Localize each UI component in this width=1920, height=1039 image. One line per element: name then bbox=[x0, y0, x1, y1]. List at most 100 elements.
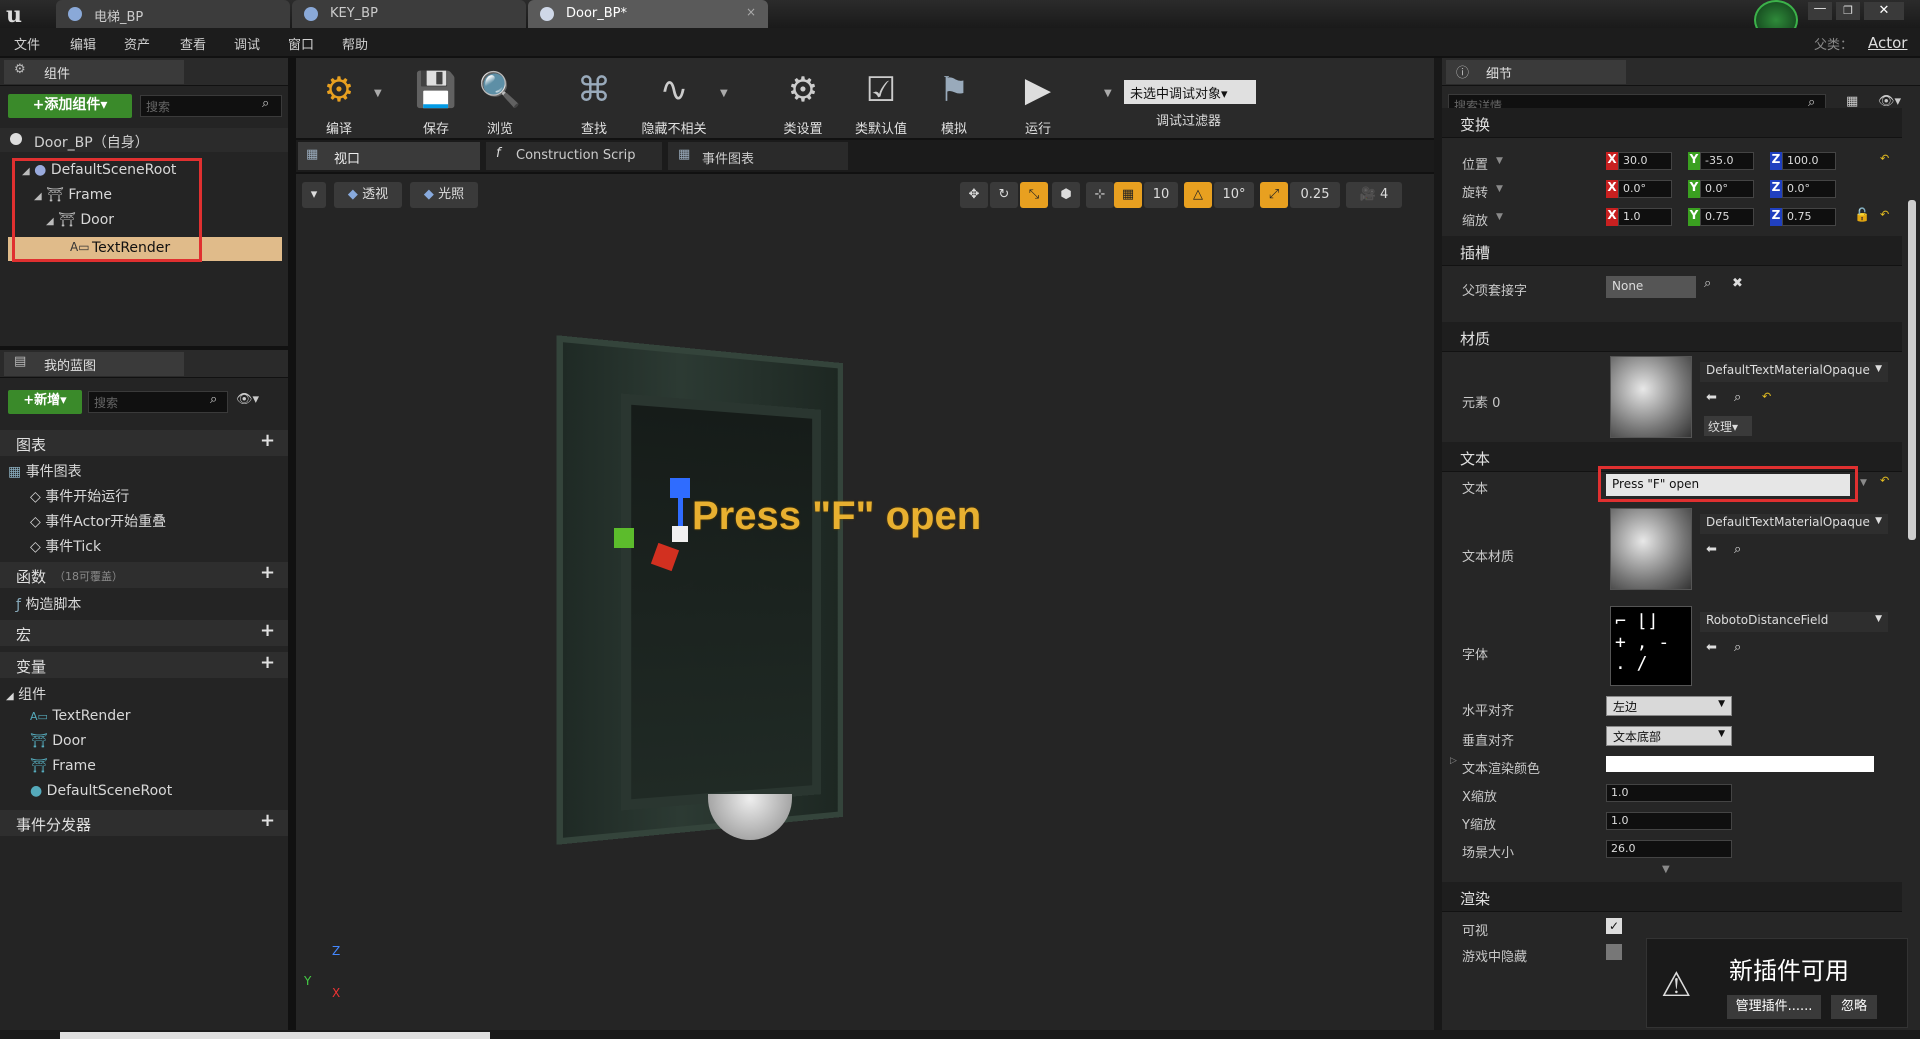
gizmo-center-handle[interactable] bbox=[672, 526, 688, 542]
use-selected-arrow-icon[interactable]: ⬅ bbox=[1706, 640, 1717, 655]
menu-edit[interactable]: 编辑 bbox=[70, 34, 96, 53]
category-rendering[interactable]: 渲染 bbox=[1442, 882, 1902, 912]
use-selected-arrow-icon[interactable]: ⬅ bbox=[1706, 390, 1717, 405]
gizmo-y-handle[interactable] bbox=[614, 528, 634, 548]
chevron-down-icon[interactable]: ▼ bbox=[374, 88, 382, 99]
world-size-field[interactable]: 26.0 bbox=[1606, 840, 1732, 858]
menu-view[interactable]: 查看 bbox=[180, 34, 206, 53]
search-icon[interactable]: ⌕ bbox=[262, 96, 269, 111]
use-selected-arrow-icon[interactable]: ⬅ bbox=[1706, 542, 1717, 557]
unreal-logo-icon[interactable]: u bbox=[6, 2, 32, 28]
parent-class-link[interactable]: Actor bbox=[1868, 34, 1907, 52]
add-macro-button[interactable]: + bbox=[260, 620, 275, 641]
section-macros[interactable]: 宏 + bbox=[0, 620, 288, 646]
scale-tool-icon[interactable]: ⤡ bbox=[1020, 182, 1048, 208]
class-defaults-button[interactable]: ☑ 类默认值 bbox=[844, 62, 918, 146]
restore-button[interactable]: ❐ bbox=[1836, 2, 1860, 20]
material-select[interactable]: DefaultTextMaterialOpaque bbox=[1700, 362, 1888, 382]
var-textrender[interactable]: A▭ TextRender bbox=[30, 708, 131, 724]
construction-script-item[interactable]: ƒ 构造脚本 bbox=[16, 594, 81, 614]
grid-view-icon[interactable]: ▦ bbox=[1846, 94, 1858, 109]
components-tab[interactable]: ⚙ 组件 bbox=[4, 60, 184, 84]
add-variable-button[interactable]: + bbox=[260, 652, 275, 673]
chevron-down-icon[interactable]: ▼ bbox=[1104, 88, 1112, 99]
chevron-down-icon[interactable]: ▼ bbox=[1860, 478, 1867, 488]
manage-plugins-button[interactable]: 管理插件...... bbox=[1727, 995, 1821, 1019]
var-door[interactable]: ⛩ Door bbox=[30, 733, 86, 749]
event-tick[interactable]: ◇ 事件Tick bbox=[30, 536, 101, 556]
texture-button[interactable]: 纹理▾ bbox=[1704, 416, 1752, 436]
category-materials[interactable]: 材质 bbox=[1442, 322, 1902, 352]
compile-button[interactable]: ⚙ 编译 bbox=[304, 62, 374, 146]
scale-y-field[interactable]: 0.75 bbox=[1700, 208, 1754, 226]
vertical-alignment-select[interactable]: 文本底部 bbox=[1606, 726, 1732, 746]
minimize-button[interactable]: — bbox=[1808, 2, 1832, 20]
details-scrollbar[interactable] bbox=[1908, 200, 1916, 540]
reset-icon[interactable]: ↶ bbox=[1880, 208, 1889, 221]
font-thumbnail[interactable]: ⌐ ⌊⌋ + , - . / bbox=[1610, 606, 1692, 686]
close-icon[interactable]: × bbox=[746, 5, 756, 19]
scale-z-field[interactable]: 0.75 bbox=[1782, 208, 1836, 226]
section-variables[interactable]: 变量 + bbox=[0, 652, 288, 678]
door-mesh[interactable] bbox=[620, 393, 821, 811]
camera-speed-button[interactable]: 🎥 4 bbox=[1346, 182, 1402, 208]
category-transform[interactable]: 变换 bbox=[1442, 108, 1902, 138]
browse-button[interactable]: 🔍 浏览 bbox=[470, 62, 530, 146]
section-functions[interactable]: 函数 （18可覆盖） + bbox=[0, 562, 288, 588]
material-thumbnail[interactable] bbox=[1610, 356, 1692, 438]
show-advanced-icon[interactable]: ▼ bbox=[1662, 864, 1670, 875]
component-search-input[interactable]: 搜索 bbox=[140, 95, 282, 117]
lit-button[interactable]: ◆ 光照 bbox=[410, 182, 478, 208]
menu-asset[interactable]: 资产 bbox=[124, 34, 150, 53]
expand-arrow-icon[interactable]: ▷ bbox=[1450, 756, 1457, 766]
tab-key-bp[interactable]: KEY_BP bbox=[292, 0, 526, 28]
event-begin-play[interactable]: ◇ 事件开始运行 bbox=[30, 486, 129, 506]
text-material-thumbnail[interactable] bbox=[1610, 508, 1692, 590]
add-component-button[interactable]: +添加组件▾ bbox=[8, 94, 132, 118]
var-defaultsceneroot[interactable]: ● DefaultSceneRoot bbox=[30, 783, 172, 799]
perspective-button[interactable]: ◆ 透视 bbox=[334, 182, 402, 208]
new-button[interactable]: +新增▾ bbox=[8, 390, 82, 414]
text-material-select[interactable]: DefaultTextMaterialOpaque bbox=[1700, 514, 1888, 534]
section-graphs[interactable]: 图表 + bbox=[0, 430, 288, 456]
menu-file[interactable]: 文件 bbox=[14, 34, 40, 53]
plugin-notification[interactable]: ⚠ 新插件可用 管理插件...... 忽略 bbox=[1646, 938, 1908, 1028]
add-dispatcher-button[interactable]: + bbox=[260, 810, 275, 831]
rotation-x-field[interactable]: 0.0° bbox=[1618, 180, 1672, 198]
chevron-down-icon[interactable]: ▼ bbox=[1496, 184, 1503, 194]
debug-object-select[interactable]: 未选中调试对象▾ bbox=[1124, 80, 1256, 104]
viewport[interactable]: ▾ ◆ 透视 ◆ 光照 ✥ ↻ ⤡ ⬢ ⊹ ▦ 10 △ 10° ⤢ 0.25 … bbox=[296, 174, 1434, 1030]
tab-elevator-bp[interactable]: 电梯_BP bbox=[56, 0, 290, 28]
browse-search-icon[interactable]: ⌕ bbox=[1734, 640, 1741, 655]
horizontal-alignment-select[interactable]: 左边 bbox=[1606, 696, 1732, 716]
location-y-field[interactable]: -35.0 bbox=[1700, 152, 1754, 170]
text-render-preview[interactable]: Press "F" open bbox=[692, 494, 981, 539]
details-tab[interactable]: ⓘ 细节 bbox=[1446, 60, 1626, 84]
event-actor-overlap[interactable]: ◇ 事件Actor开始重叠 bbox=[30, 511, 166, 531]
scale-snap-icon[interactable]: ⤢ bbox=[1260, 182, 1288, 208]
var-frame[interactable]: ⛩ Frame bbox=[30, 758, 96, 774]
reset-icon[interactable]: ↶ bbox=[1762, 390, 1771, 403]
location-z-field[interactable]: 100.0 bbox=[1782, 152, 1836, 170]
section-dispatchers[interactable]: 事件分发器 + bbox=[0, 810, 288, 836]
reset-icon[interactable]: ↶ bbox=[1880, 152, 1889, 165]
sphere-mesh[interactable] bbox=[708, 794, 792, 840]
parent-socket-field[interactable]: None bbox=[1606, 276, 1696, 298]
scale-x-field[interactable]: 1.0 bbox=[1618, 208, 1672, 226]
reset-icon[interactable]: ↶ bbox=[1880, 474, 1889, 487]
tab-construction-script[interactable]: f Construction Scrip bbox=[486, 142, 662, 170]
x-scale-field[interactable]: 1.0 bbox=[1606, 784, 1732, 802]
search-icon[interactable]: ⌕ bbox=[210, 392, 217, 407]
expand-arrow-icon[interactable]: ◢ bbox=[6, 691, 14, 702]
translate-tool-icon[interactable]: ✥ bbox=[960, 182, 988, 208]
hidden-in-game-checkbox[interactable] bbox=[1606, 944, 1622, 960]
browse-search-icon[interactable]: ⌕ bbox=[1734, 542, 1741, 557]
eye-icon[interactable]: 👁▾ bbox=[236, 392, 259, 407]
menu-debug[interactable]: 调试 bbox=[234, 34, 260, 53]
rotation-snap-value[interactable]: 10° bbox=[1214, 182, 1254, 208]
location-x-field[interactable]: 30.0 bbox=[1618, 152, 1672, 170]
visible-checkbox[interactable]: ✓ bbox=[1606, 918, 1622, 934]
menu-window[interactable]: 窗口 bbox=[288, 34, 314, 53]
event-graph-item[interactable]: ▦ 事件图表 bbox=[8, 461, 82, 481]
y-scale-field[interactable]: 1.0 bbox=[1606, 812, 1732, 830]
